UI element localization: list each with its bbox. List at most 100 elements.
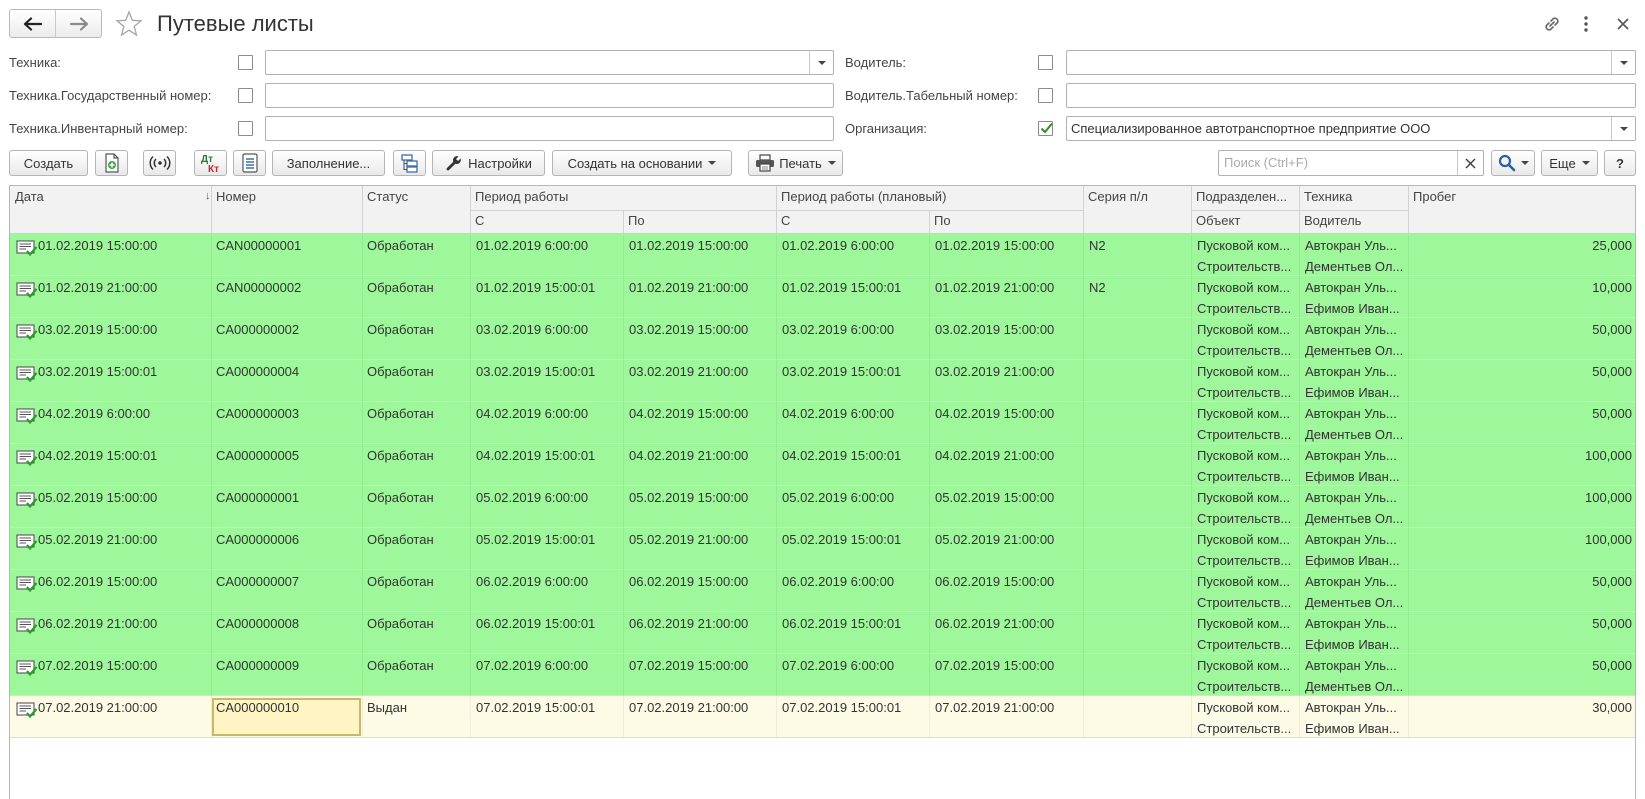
header-series[interactable]: Серия п/л xyxy=(1083,186,1191,208)
column-divider xyxy=(776,444,777,486)
table-row[interactable]: 07.02.2019 21:00:00 CA000000010 Выдан 07.02… xyxy=(10,696,1635,738)
cell-period-to: 05.02.2019 21:00:00 xyxy=(629,532,749,547)
cell-number: CA000000002 xyxy=(216,322,300,337)
column-divider xyxy=(1191,402,1192,444)
search-button[interactable] xyxy=(1491,150,1535,176)
create-based-button[interactable]: Создать на основании xyxy=(552,150,732,176)
column-divider xyxy=(1083,402,1084,444)
column-divider xyxy=(623,444,624,486)
cell-date: 01.02.2019 21:00:00 xyxy=(38,280,158,295)
column-divider xyxy=(776,402,777,444)
tekhnika-invnomer-checkbox[interactable] xyxy=(238,121,253,136)
table-row[interactable]: 03.02.2019 15:00:00 CA000000002 Обработан 0… xyxy=(10,318,1635,360)
cell-driver: Дементьев Ол... xyxy=(1305,511,1404,526)
column-divider xyxy=(1299,528,1300,570)
list-button[interactable] xyxy=(233,150,266,176)
cell-status: Обработан xyxy=(367,322,434,337)
cell-number: CA000000004 xyxy=(216,364,300,379)
header-period-from[interactable]: С xyxy=(470,210,623,232)
column-divider xyxy=(1408,570,1409,612)
cell-driver: Ефимов Иван... xyxy=(1305,469,1400,484)
cell-plan-to: 07.02.2019 21:00:00 xyxy=(935,700,1055,715)
tekhnika-field[interactable] xyxy=(265,50,834,75)
table-row[interactable]: 04.02.2019 15:00:01 CA000000005 Обработан 0… xyxy=(10,444,1635,486)
header-plan-to[interactable]: По xyxy=(929,210,1083,232)
column-divider xyxy=(929,360,930,402)
column-divider xyxy=(929,276,930,318)
column-divider xyxy=(1191,360,1192,402)
header-driver[interactable]: Водитель xyxy=(1299,210,1408,232)
voditel-tabnomer-field[interactable] xyxy=(1066,83,1636,108)
column-divider xyxy=(470,318,471,360)
cell-plan-to: 01.02.2019 15:00:00 xyxy=(935,238,1055,253)
document-check-icon xyxy=(16,408,38,425)
header-object[interactable]: Объект xyxy=(1191,210,1299,232)
cell-plan-to: 04.02.2019 21:00:00 xyxy=(935,448,1055,463)
cell-number: CA000000001 xyxy=(216,490,300,505)
header-period-to[interactable]: По xyxy=(623,210,776,232)
search-input[interactable]: Поиск (Ctrl+F) xyxy=(1218,150,1484,176)
help-button[interactable]: ? xyxy=(1604,150,1636,176)
more-button[interactable]: Еще xyxy=(1541,150,1598,176)
header-status[interactable]: Статус xyxy=(362,186,470,208)
table-row[interactable]: 05.02.2019 21:00:00 CA000000006 Обработан 0… xyxy=(10,528,1635,570)
documents-table[interactable]: Дата ↓ Номер Статус Период работы С По П… xyxy=(9,185,1636,799)
create-button[interactable]: Создать xyxy=(9,150,88,176)
tekhnika-checkbox[interactable] xyxy=(238,55,253,70)
link-button[interactable] xyxy=(1540,12,1564,36)
structure-button[interactable] xyxy=(393,150,426,176)
cell-vehicle: Автокран Уль... xyxy=(1305,658,1397,673)
table-row[interactable]: 06.02.2019 15:00:00 CA000000007 Обработан 0… xyxy=(10,570,1635,612)
tekhnika-dropdown-button[interactable] xyxy=(809,51,833,74)
table-row[interactable]: 01.02.2019 15:00:00 CAN00000001 Обработан 0… xyxy=(10,234,1635,276)
back-button[interactable] xyxy=(10,10,55,37)
header-plan-from[interactable]: С xyxy=(776,210,929,232)
title-bar: Путевые листы xyxy=(0,0,1645,48)
table-row[interactable]: 01.02.2019 21:00:00 CAN00000002 Обработан 0… xyxy=(10,276,1635,318)
table-row[interactable]: 06.02.2019 21:00:00 CA000000008 Обработан 0… xyxy=(10,612,1635,654)
cell-driver: Дементьев Ол... xyxy=(1305,427,1404,442)
cell-division: Пусковой ком... xyxy=(1197,616,1290,631)
exchange-button[interactable] xyxy=(143,150,176,176)
cell-mileage: 100,000 xyxy=(1585,490,1632,505)
more-menu-button[interactable] xyxy=(1578,12,1594,36)
cell-object: Строительств... xyxy=(1197,301,1292,316)
settings-button[interactable]: Настройки xyxy=(432,150,545,176)
star-icon[interactable] xyxy=(115,10,143,38)
voditel-tabnomer-checkbox[interactable] xyxy=(1038,88,1053,103)
column-divider xyxy=(929,402,930,444)
header-divider xyxy=(929,210,930,234)
forward-button[interactable] xyxy=(55,10,101,37)
table-row[interactable]: 03.02.2019 15:00:01 CA000000004 Обработан 0… xyxy=(10,360,1635,402)
organizaciya-field[interactable]: Специализированное автотранспортное пред… xyxy=(1066,116,1636,141)
dt-kt-button[interactable]: Дт Кт xyxy=(194,150,227,176)
table-row[interactable]: 05.02.2019 15:00:00 CA000000001 Обработан 0… xyxy=(10,486,1635,528)
chevron-down-icon xyxy=(1619,126,1628,131)
table-row[interactable]: 04.02.2019 6:00:00 CA000000003 Обработан 04… xyxy=(10,402,1635,444)
search-placeholder: Поиск (Ctrl+F) xyxy=(1224,155,1309,170)
fill-button[interactable]: Заполнение... xyxy=(272,150,385,176)
header-mileage[interactable]: Пробег xyxy=(1408,186,1635,208)
print-button[interactable]: Печать xyxy=(748,150,843,176)
column-divider xyxy=(470,528,471,570)
table-row[interactable]: 07.02.2019 15:00:00 CA000000009 Обработан 0… xyxy=(10,654,1635,696)
header-number[interactable]: Номер xyxy=(211,186,362,208)
header-vehicle[interactable]: Техника xyxy=(1299,186,1408,208)
cell-period-to: 04.02.2019 15:00:00 xyxy=(629,406,749,421)
voditel-dropdown-button[interactable] xyxy=(1611,51,1635,74)
organizaciya-dropdown-button[interactable] xyxy=(1611,117,1635,140)
clear-search-button[interactable] xyxy=(1457,151,1483,175)
close-button[interactable] xyxy=(1612,12,1634,36)
voditel-field[interactable] xyxy=(1066,50,1636,75)
cell-plan-from: 06.02.2019 6:00:00 xyxy=(782,574,895,589)
tekhnika-gosnomer-field[interactable] xyxy=(265,83,834,108)
voditel-checkbox[interactable] xyxy=(1038,55,1053,70)
header-date[interactable]: Дата xyxy=(10,186,211,208)
column-divider xyxy=(362,402,363,444)
copy-button[interactable] xyxy=(95,150,128,176)
header-division[interactable]: Подразделен... xyxy=(1191,186,1299,208)
tekhnika-invnomer-field[interactable] xyxy=(265,116,834,141)
organizaciya-checkbox[interactable] xyxy=(1038,121,1053,136)
tekhnika-gosnomer-checkbox[interactable] xyxy=(238,88,253,103)
column-divider xyxy=(1408,612,1409,654)
